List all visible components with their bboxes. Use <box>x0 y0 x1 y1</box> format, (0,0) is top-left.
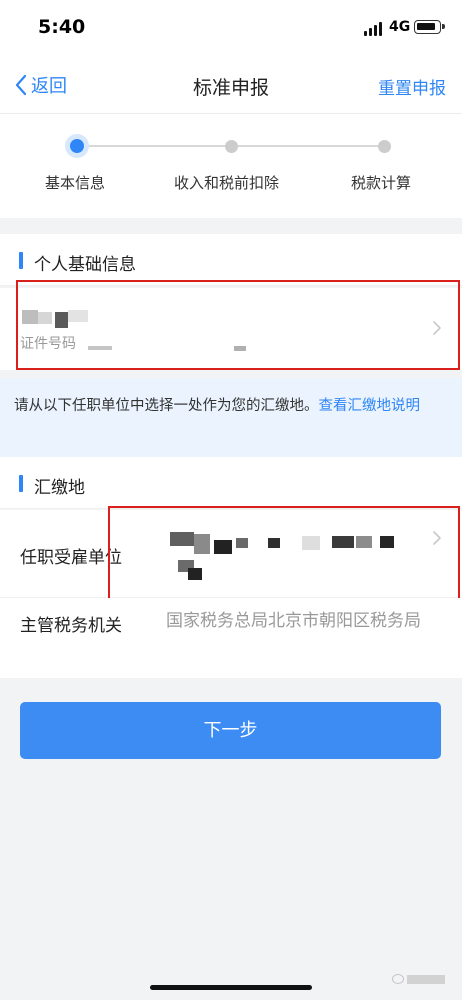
redacted-employer <box>194 534 210 554</box>
notice-text: 请从以下任职单位中选择一处作为您的汇缴地。 <box>14 398 319 414</box>
step-dot-pending <box>378 140 391 153</box>
id-number-label: 证件号码 <box>20 336 76 352</box>
status-bar: 5:40 4G <box>0 0 462 56</box>
progress-stepper: 基本信息 收入和税前扣除 税款计算 <box>0 114 462 218</box>
redacted-employer <box>214 540 232 554</box>
chevron-right-icon <box>433 321 441 335</box>
employer-label: 任职受雇单位 <box>20 548 122 568</box>
tax-authority-row: 主管税务机关 国家税务总局北京市朝阳区税务局 <box>0 598 462 678</box>
redacted-name <box>38 312 52 324</box>
section-marker <box>19 475 23 492</box>
step-label-tax-calculation: 税款计算 <box>351 174 412 192</box>
chevron-right-icon <box>433 531 441 545</box>
section-marker <box>19 252 23 269</box>
section-title: 个人基础信息 <box>34 255 136 275</box>
weibo-watermark <box>392 974 445 984</box>
redacted-name <box>68 310 88 322</box>
step-dot-pending <box>225 140 238 153</box>
redacted-id-number <box>234 346 246 351</box>
redacted-id-number <box>88 346 112 350</box>
redacted-employer <box>170 532 194 546</box>
reset-declaration-button[interactable]: 重置申报 <box>378 74 446 99</box>
identity-card[interactable]: 证件号码 <box>0 288 462 370</box>
redacted-name <box>55 312 68 328</box>
step-label-income-deduction: 收入和税前扣除 <box>174 174 280 192</box>
payment-location-help-link[interactable]: 查看汇缴地说明 <box>319 398 421 414</box>
step-connector <box>89 145 226 147</box>
payment-location-header: 汇缴地 <box>0 457 462 509</box>
step-connector <box>238 145 379 147</box>
redacted-watermark-handle <box>407 974 445 984</box>
step-dot-active <box>65 134 89 158</box>
employer-row[interactable]: 任职受雇单位 <box>0 510 462 598</box>
section-title: 汇缴地 <box>34 478 85 498</box>
tax-authority-label: 主管税务机关 <box>20 616 122 636</box>
redacted-employer <box>380 536 394 548</box>
redacted-employer <box>188 568 202 580</box>
personal-info-header: 个人基础信息 <box>0 234 462 286</box>
home-indicator[interactable] <box>150 985 312 990</box>
redacted-employer <box>302 536 320 550</box>
redacted-name <box>22 310 38 324</box>
battery-icon <box>414 20 445 34</box>
nav-bar: 返回 标准申报 重置申报 <box>0 56 462 114</box>
status-time: 5:40 <box>38 16 86 38</box>
step-label-basic-info: 基本信息 <box>45 174 106 192</box>
weibo-icon <box>392 974 404 984</box>
next-step-button[interactable]: 下一步 <box>20 702 441 759</box>
signal-icon <box>364 22 384 36</box>
redacted-employer <box>236 538 248 548</box>
tax-authority-value: 国家税务总局北京市朝阳区税务局 <box>166 611 421 631</box>
notice-banner: 请从以下任职单位中选择一处作为您的汇缴地。查看汇缴地说明 <box>0 378 462 458</box>
redacted-employer <box>268 538 280 548</box>
redacted-employer <box>332 536 354 548</box>
redacted-employer <box>356 536 372 548</box>
network-label: 4G <box>389 19 411 35</box>
